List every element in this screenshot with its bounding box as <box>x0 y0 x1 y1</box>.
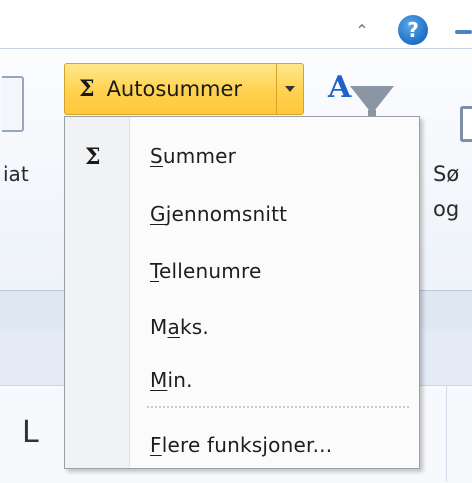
find-select-label-line2: og <box>433 197 460 221</box>
menu-item-summer[interactable]: Σ Summer <box>65 136 419 176</box>
sort-az-icon: A <box>328 70 352 105</box>
menu-item-flere-funksjoner[interactable]: Flere funksjoner... <box>65 425 419 465</box>
menu-item-min[interactable]: Min. <box>65 360 419 400</box>
menu-item-label: Tellenumre <box>150 259 262 283</box>
column-header-l[interactable]: L <box>22 415 39 450</box>
autosum-label: Autosummer <box>106 77 243 101</box>
column-divider <box>446 385 447 482</box>
autosum-button[interactable]: Σ Autosummer <box>64 63 304 115</box>
menu-item-maks[interactable]: Maks. <box>65 307 419 347</box>
minimize-icon[interactable] <box>455 30 472 34</box>
sigma-icon: Σ <box>79 76 95 102</box>
format-group-label: iat <box>3 162 29 186</box>
menu-item-label: Flere funksjoner... <box>150 433 333 457</box>
autosum-main-part[interactable]: Σ Autosummer <box>65 64 277 114</box>
help-icon[interactable]: ? <box>398 15 428 45</box>
find-select-label-line1: Sø <box>433 162 460 186</box>
menu-item-gjennomsnitt[interactable]: Gjennomsnitt <box>65 194 419 234</box>
menu-item-label: Summer <box>150 144 237 168</box>
autosum-menu: Σ Summer Gjennomsnitt Tellenumre Maks. M… <box>64 116 420 469</box>
menu-item-label: Maks. <box>150 315 209 339</box>
menu-item-label: Min. <box>150 368 193 392</box>
find-select-icon[interactable] <box>460 106 472 142</box>
format-icon[interactable] <box>2 76 24 132</box>
chevron-down-icon <box>285 86 295 92</box>
ribbon-collapse-caret-icon[interactable]: ⌃ <box>352 20 372 40</box>
sigma-icon: Σ <box>85 144 101 170</box>
menu-item-tellenumre[interactable]: Tellenumre <box>65 251 419 291</box>
menu-item-label: Gjennomsnitt <box>150 202 288 226</box>
menu-separator <box>147 406 409 408</box>
autosum-dropdown-arrow[interactable] <box>277 64 303 114</box>
